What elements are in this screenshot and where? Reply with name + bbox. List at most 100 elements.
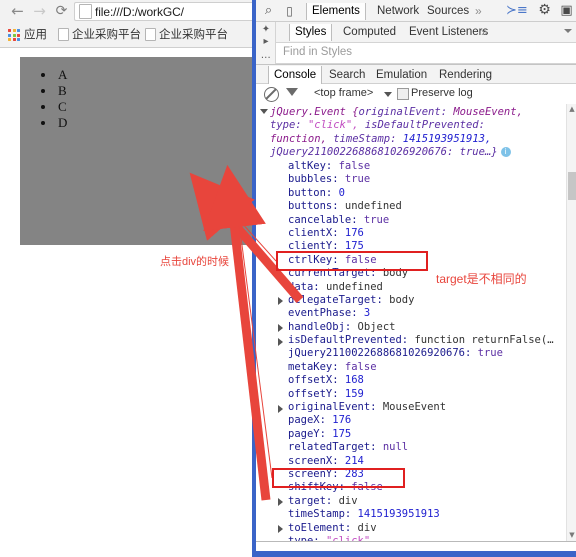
gear-icon[interactable]: ⚙ [536,2,553,18]
search-icon[interactable]: ⌕ [260,3,277,19]
property-value: 159 [344,387,364,400]
console-property-row: screenX: 214 [256,455,576,468]
tab-rendering[interactable]: Rendering [434,66,497,84]
chevron-right-icon[interactable] [278,337,283,346]
preserve-log-checkbox[interactable] [397,88,409,100]
console-property-row[interactable]: toElement: div [256,522,576,535]
property-name: bubbles: [288,173,339,186]
bookmarks-bar: 应用 企业采购平台 企业采购平台 [0,23,252,48]
property-name: clientY: [288,240,339,253]
chevron-right-icon[interactable] [278,404,283,413]
more-options-icon[interactable]: … [260,50,272,62]
chevron-right-icon[interactable] [278,270,283,279]
property-value: 175 [344,240,364,253]
key-isdefaultprevented: isDefaultPrevented: [364,119,485,132]
scroll-down-icon[interactable]: ▼ [568,531,576,540]
tab-computed[interactable]: Computed [338,24,401,41]
console-object-header[interactable]: jQuery.Event {originalEvent: MouseEvent,… [260,106,556,160]
bookmark-item-1[interactable]: 企业采购平台 [145,27,228,44]
console-property-row: ctrlKey: false [256,254,576,267]
info-badge-icon[interactable]: i [500,147,511,158]
target-div[interactable]: A B C D 点击div的时候 [20,57,252,268]
console-property-row: pageX: 176 [256,414,576,427]
tabs-overflow-icon[interactable]: » [470,3,487,20]
chevron-down-icon[interactable] [260,109,268,114]
bookmark-item-0[interactable]: 企业采购平台 [58,27,141,44]
address-bar[interactable]: file:///D:/workGC/ [74,2,252,21]
chevron-right-icon[interactable] [278,525,283,534]
list-item: A [56,67,252,83]
console-property-row[interactable]: isDefaultPrevented: function returnFalse… [256,334,576,347]
window-bottom-strip [256,551,576,557]
bookmark-apps[interactable]: 应用 [24,27,47,44]
property-value: undefined [344,200,402,213]
dock-console-icon[interactable]: ≻≡ [506,3,528,19]
chevron-right-icon[interactable] [278,324,283,333]
new-style-rule-icon[interactable]: ✦ [260,24,272,36]
device-toggle-icon[interactable]: ▯ [281,3,298,19]
console-property-row[interactable]: delegateTarget: body [256,294,576,307]
console-property-list: altKey: false bubbles: true button: 0 butto… [256,160,576,541]
forward-icon[interactable]: → [30,2,49,21]
property-name: originalEvent: [288,401,377,414]
chevron-down-icon[interactable] [564,29,572,33]
tab-styles[interactable]: Styles [289,24,333,41]
val-timestamp: 1415193951913, [402,132,492,145]
property-name: relatedTarget: [288,441,377,454]
console-property-row: offsetY: 159 [256,388,576,401]
drawer-tabbar: Console Search Emulation Rendering [256,64,576,84]
bookmark-favicon [145,27,156,41]
console-property-row: cancelable: true [256,214,576,227]
reload-icon[interactable]: ⟳ [52,2,71,21]
property-name: timeStamp: [288,508,352,521]
scrollbar-thumb[interactable] [568,172,576,200]
property-name: buttons: [288,200,339,213]
console-property-row: shiftKey: false [256,481,576,494]
console-property-row: buttons: undefined [256,200,576,213]
console-output: jQuery.Event {originalEvent: MouseEvent,… [256,104,576,541]
property-name: currentTarget: [288,267,377,280]
property-name: toElement: [288,521,352,534]
property-value: div [357,521,377,534]
styles-overflow-icon[interactable]: » [476,24,493,41]
tab-search[interactable]: Search [324,66,370,84]
property-value: false [351,481,383,494]
scroll-up-icon[interactable]: ▲ [568,105,576,114]
back-icon[interactable]: ← [8,2,27,21]
console-scrollbar[interactable]: ▲ ▼ [566,104,576,541]
property-value: MouseEvent [382,401,447,414]
tab-sources[interactable]: Sources [422,3,474,20]
console-property-row[interactable]: target: div [256,495,576,508]
property-name: offsetX: [288,374,339,387]
tab-elements[interactable]: Elements [306,3,366,20]
chevron-down-icon[interactable] [384,92,392,97]
console-property-row: screenY: 283 [256,468,576,481]
expand-sidebar-icon[interactable]: ▸ [260,36,272,48]
console-property-row[interactable]: handleObj: Object [256,321,576,334]
property-name: cancelable: [288,213,358,226]
property-value: true [477,347,503,360]
dock-window-icon[interactable]: ▣ [558,3,575,19]
console-property-row: timeStamp: 1415193951913 [256,508,576,521]
tab-console[interactable]: Console [268,66,323,84]
val-type: "click", [307,119,359,132]
devtools-toolbar: ⌕ ▯ Elements Network Sources » ≻≡ ⚙ ▣ [256,0,576,22]
frame-selector[interactable]: <top frame> [314,87,373,99]
tab-network[interactable]: Network [372,3,424,20]
filter-icon[interactable] [286,88,298,109]
screenshot-root: ← → ⟳ file:///D:/workGC/ 应用 企业采购平台 企业采购平… [0,0,576,557]
apps-grid-icon[interactable] [8,29,20,41]
console-property-row[interactable]: originalEvent: MouseEvent [256,401,576,414]
console-property-row[interactable]: currentTarget: body [256,267,576,280]
elements-sidebar-rail: ✦ ▸ … [256,22,276,64]
property-value: 0 [338,186,345,199]
tab-emulation[interactable]: Emulation [371,66,432,84]
bookmark-apps-label: 应用 [24,29,47,41]
chevron-right-icon[interactable] [278,297,283,306]
clear-console-icon[interactable] [264,87,279,102]
find-in-styles-bar[interactable]: Find in Styles [276,43,576,64]
preserve-log-label[interactable]: Preserve log [411,87,473,99]
property-value: 176 [332,414,352,427]
chevron-right-icon[interactable] [278,498,283,507]
styles-tabbar: Styles Computed Event Listeners » [276,22,576,43]
